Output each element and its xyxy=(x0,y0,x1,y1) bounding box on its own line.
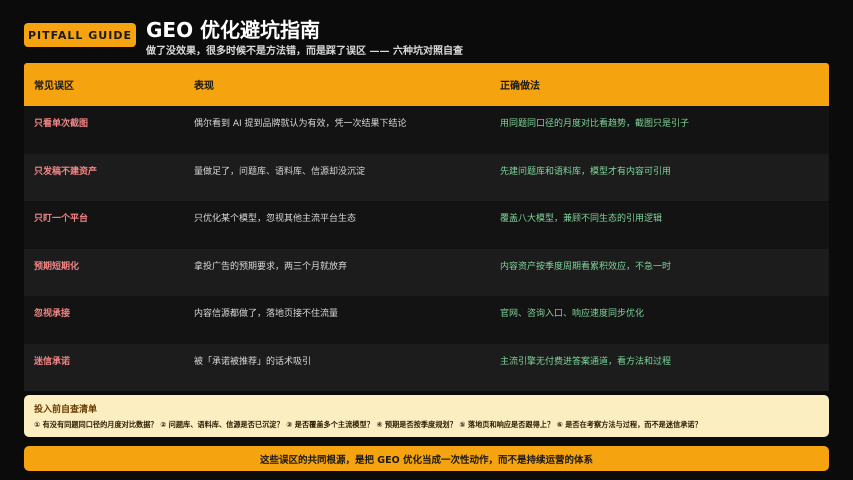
fix-cell: 用同题同口径的月度对比看趋势，截图只是引子 xyxy=(500,119,690,129)
fix-cell: 主流引擎无付费进答案通道，看方法和过程 xyxy=(500,356,672,367)
fix-cell: 覆盖八大模型，兼顾不同生态的引用逻辑 xyxy=(500,214,663,224)
pitfall-cell: 迷信承诺 xyxy=(34,356,71,367)
fix-cell: 先建问题库和语料库，模型才有内容可引用 xyxy=(500,166,672,177)
table-row: 忽视承接 内容信源都做了，落地页接不住流量 官网、咨询入口、响应速度同步优化 xyxy=(24,296,829,344)
pitfall-cell: 只看单次截图 xyxy=(34,119,89,129)
page-subtitle: 做了没效果，很多时候不是方法错，而是踩了误区 —— 六种坑对照自查 xyxy=(146,46,463,57)
checklist-title: 投入前自查清单 xyxy=(34,405,98,415)
symptom-cell: 量做足了，问题库、语料库、信源却没沉淀 xyxy=(194,166,366,177)
table-row: 预期短期化 拿投广告的预期要求，两三个月就放弃 内容资产按季度周期看累积效应，不… xyxy=(24,248,829,296)
footer-banner: 这些误区的共同根源，是把 GEO 优化当成一次性动作，而不是持续运营的体系 xyxy=(24,446,829,471)
pitfall-guide-badge: PITFALL GUIDE xyxy=(24,23,136,47)
column-header-symptom: 表现 xyxy=(194,81,214,92)
column-header-pitfall: 常见误区 xyxy=(34,81,74,92)
page-title: GEO 优化避坑指南 xyxy=(146,18,321,42)
page-header: PITFALL GUIDE GEO 优化避坑指南 做了没效果，很多时候不是方法错… xyxy=(24,14,829,58)
symptom-cell: 内容信源都做了，落地页接不住流量 xyxy=(194,309,339,319)
table-row: 只盯一个平台 只优化某个模型，忽视其他主流平台生态 覆盖八大模型，兼顾不同生态的… xyxy=(24,201,829,249)
table-row: 迷信承诺 被「承诺被推荐」的话术吸引 主流引擎无付费进答案通道，看方法和过程 xyxy=(24,343,829,391)
table-row: 只发稿不建资产 量做足了，问题库、语料库、信源却没沉淀 先建问题库和语料库，模型… xyxy=(24,153,829,201)
table-row: 只看单次截图 偶尔看到 AI 提到品牌就认为有效，凭一次结果下结论 用同题同口径… xyxy=(24,106,829,154)
checklist-items: ① 有没有同题同口径的月度对比数据？ ② 问题库、语料库、信源是否已沉淀？ ③ … xyxy=(34,420,702,429)
table-header: 常见误区 表现 正确做法 xyxy=(24,63,829,106)
self-check-list: 投入前自查清单 ① 有没有同题同口径的月度对比数据？ ② 问题库、语料库、信源是… xyxy=(24,395,829,437)
table-body: 只看单次截图 偶尔看到 AI 提到品牌就认为有效，凭一次结果下结论 用同题同口径… xyxy=(24,106,829,391)
symptom-cell: 只优化某个模型，忽视其他主流平台生态 xyxy=(194,214,357,224)
fix-cell: 官网、咨询入口、响应速度同步优化 xyxy=(500,309,645,319)
pitfall-cell: 预期短期化 xyxy=(34,261,80,272)
symptom-cell: 被「承诺被推荐」的话术吸引 xyxy=(194,356,312,367)
pitfall-cell: 只发稿不建资产 xyxy=(34,166,98,177)
column-header-fix: 正确做法 xyxy=(500,81,540,92)
symptom-cell: 拿投广告的预期要求，两三个月就放弃 xyxy=(194,261,348,272)
fix-cell: 内容资产按季度周期看累积效应，不急一时 xyxy=(500,261,672,272)
symptom-cell: 偶尔看到 AI 提到品牌就认为有效，凭一次结果下结论 xyxy=(194,119,407,129)
pitfall-cell: 只盯一个平台 xyxy=(34,214,89,224)
pitfall-table: 常见误区 表现 正确做法 只看单次截图 偶尔看到 AI 提到品牌就认为有效，凭一… xyxy=(24,63,829,391)
pitfall-cell: 忽视承接 xyxy=(34,309,71,319)
